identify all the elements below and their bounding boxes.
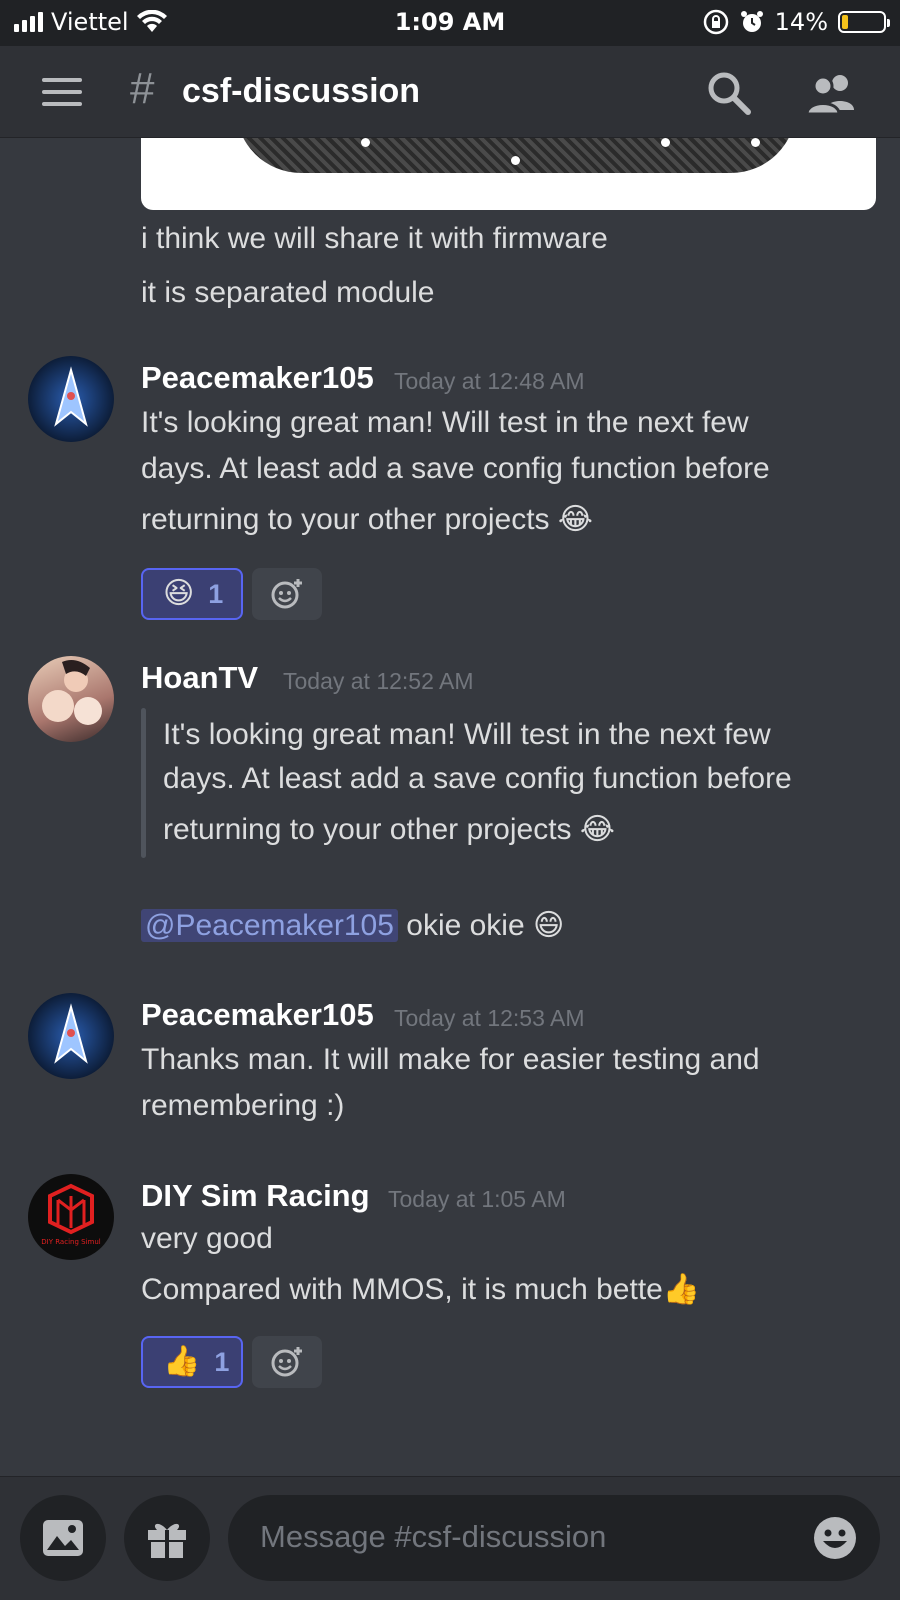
hamburger-menu-icon[interactable] [42,78,82,106]
add-reaction-icon [271,579,302,609]
channel-hash-icon: # [130,64,155,113]
add-reaction-button[interactable] [252,568,322,620]
upload-image-button[interactable] [20,1495,106,1581]
diy-sim-racing-logo: DIY Racing Simul [41,1183,101,1246]
quote-bar [141,708,146,858]
gift-icon [148,1523,186,1558]
avatar[interactable]: DIY Racing Simul [28,1174,114,1260]
status-bar: Viettel 1:09 AM 14% [0,0,900,46]
add-reaction-button[interactable] [252,1336,322,1388]
battery-icon [838,11,890,33]
battery-fill [842,15,848,29]
message-composer: Message #csf-discussion [0,1476,900,1600]
reaction-button[interactable]: 😆 1 [141,568,243,620]
status-right: 14% [703,8,890,36]
avatar[interactable] [28,993,114,1079]
quote-text: returning to your other projects 😂 [163,813,615,846]
message-text: It's looking great man! Will test in the… [141,406,749,439]
channel-title[interactable]: csf-discussion [182,72,420,111]
message-text: returning to your other projects 😂 [141,503,593,536]
user-mention[interactable]: @Peacemaker105 [141,909,398,942]
message-timestamp: Today at 12:52 AM [283,668,474,694]
reaction-emoji: 😆 [163,577,195,610]
message-text: very good [141,1222,273,1255]
carbon-plate-image [236,138,796,173]
image-attachment[interactable] [141,138,876,210]
message-text: @Peacemaker105 okie okie 😄 [141,908,564,943]
starfleet-badge-icon [54,366,88,427]
message-input-placeholder: Message #csf-discussion [260,1519,607,1554]
logo-text: DIY Racing Simul [41,1238,100,1246]
message-input[interactable]: Message #csf-discussion [228,1495,880,1581]
starfleet-badge-icon [54,1003,88,1064]
members-icon[interactable] [806,70,858,116]
message-text: i think we will share it with firmware [141,222,608,255]
message-text: Thanks man. It will make for easier test… [141,1043,760,1076]
message-text-reply: okie okie 😄 [397,909,565,942]
image-upload-icon [43,1520,83,1556]
message-timestamp: Today at 1:05 AM [388,1186,566,1212]
quote-text: It's looking great man! Will test in the… [163,718,771,751]
avatar-photo [42,660,102,725]
channel-header: # csf-discussion [0,46,900,138]
gift-button[interactable] [124,1495,210,1581]
message-author[interactable]: Peacemaker105 [141,997,374,1033]
battery-percent: 14% [774,8,828,36]
rotation-lock-icon [703,9,728,35]
message-text: it is separated module [141,276,435,309]
message-author[interactable]: Peacemaker105 [141,360,374,396]
search-icon[interactable] [706,70,752,116]
message-timestamp: Today at 12:48 AM [394,368,585,394]
message-list[interactable]: i think we will share it with firmware i… [0,138,900,1476]
message-author[interactable]: HoanTV [141,660,258,696]
avatar[interactable] [28,356,114,442]
message-author[interactable]: DIY Sim Racing [141,1178,370,1214]
reaction-emoji: 👍 [163,1345,201,1378]
emoji-picker-icon[interactable] [812,1515,858,1561]
message-timestamp: Today at 12:53 AM [394,1005,585,1031]
message-text: days. At least add a save config functio… [141,452,770,485]
reaction-count: 1 [214,1346,230,1377]
reaction-button[interactable]: 👍 1 [141,1336,243,1388]
avatar[interactable] [28,656,114,742]
alarm-icon [740,11,763,32]
message-text: Compared with MMOS, it is much bette👍 [141,1273,701,1306]
add-reaction-icon [271,1347,302,1377]
quote-text: days. At least add a save config functio… [163,762,792,795]
message-text: remembering :) [141,1089,345,1122]
reaction-count: 1 [208,578,224,609]
